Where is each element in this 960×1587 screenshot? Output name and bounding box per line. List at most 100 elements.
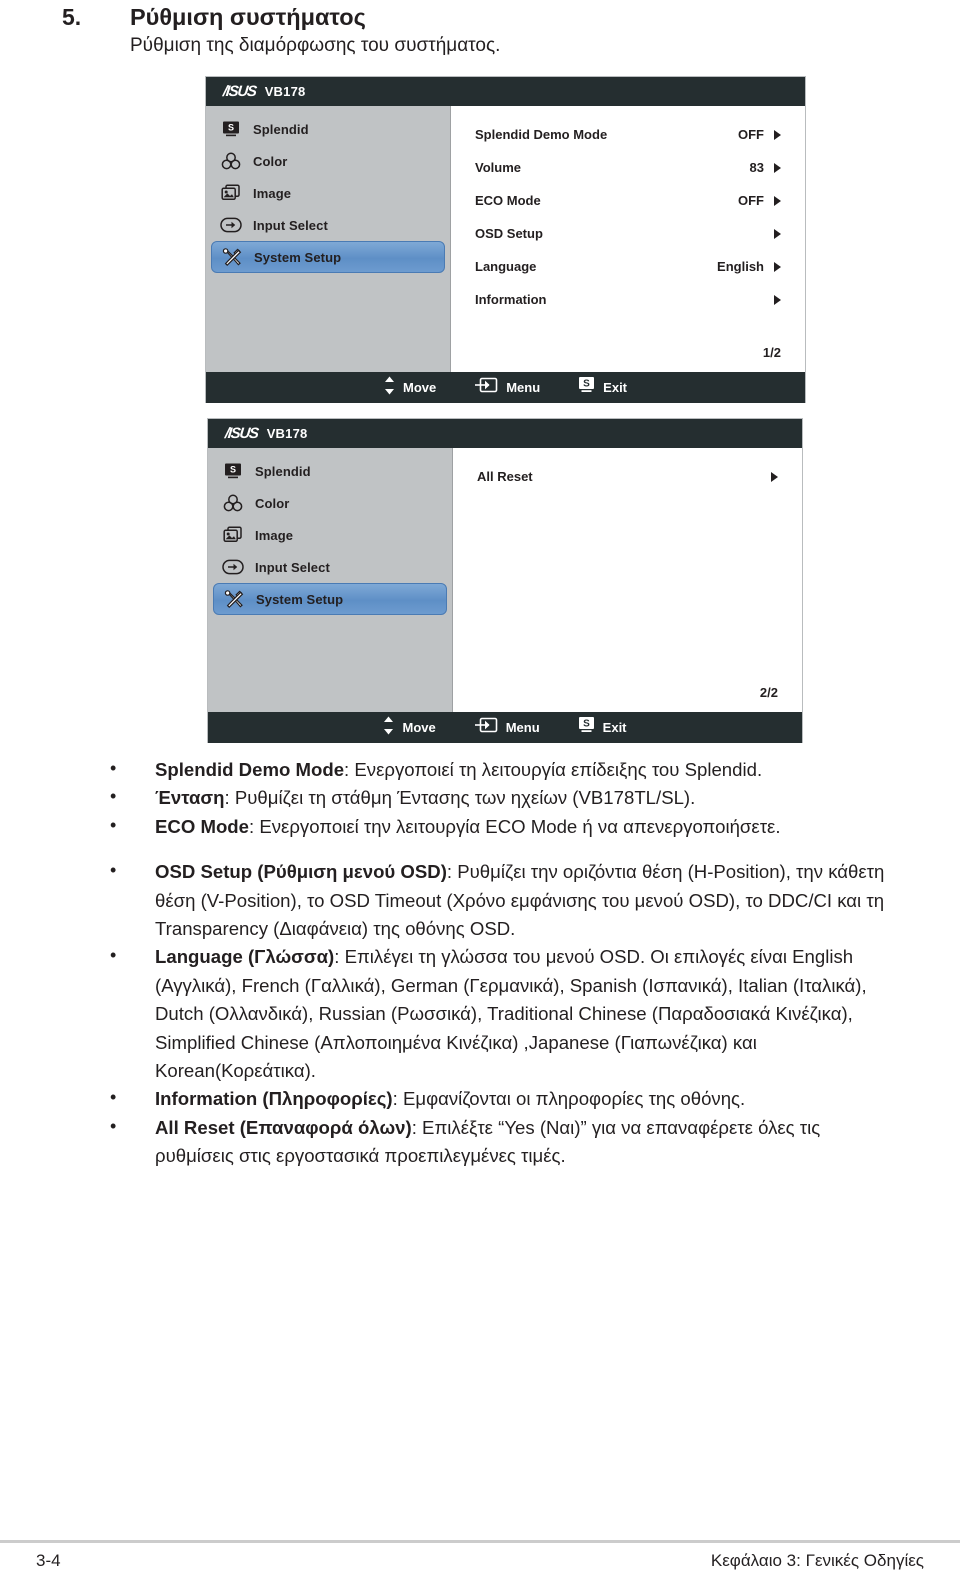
system-setup-icon [223,589,245,609]
section-number: 5. [62,4,82,30]
input-select-icon [220,215,242,235]
sidebar-item-splendid[interactable]: S Splendid [211,113,445,145]
chevron-right-icon [774,129,781,140]
osd-body: S Splendid Color Image Input Select Syst… [208,448,802,712]
footer-action-label: Exit [602,720,627,735]
footer-action-exit[interactable]: S Exit [578,716,627,739]
sidebar-item-splendid[interactable]: S Splendid [213,455,447,487]
option-row-osd-setup[interactable]: OSD Setup [451,217,805,250]
splendid-s-icon: S [578,376,595,399]
option-row-eco-mode[interactable]: ECO Mode OFF [451,184,805,217]
list-item: Language (Γλώσσα): Επιλέγει τη γλώσσα το… [104,941,904,1085]
list-item: ECO Mode: Ενεργοποιεί την λειτουργία ECO… [104,811,904,841]
option-label: Language [475,259,537,274]
footer-action-label: Menu [506,380,541,395]
updown-arrows-icon [383,716,394,740]
image-icon [222,525,244,545]
footer-action-label: Move [402,720,436,735]
list-item: Information (Πληροφορίες): Εμφανίζονται … [104,1083,904,1113]
osd-sidebar: S Splendid Color Image Input Select Syst… [206,106,451,372]
image-icon [220,183,242,203]
section-subtitle: Ρύθμιση της διαμόρφωσης του συστήματος. [130,35,501,56]
sidebar-item-system-setup[interactable]: System Setup [213,583,447,615]
osd-options-pane: All Reset 2/2 [453,448,802,712]
footer-divider [0,1540,960,1543]
option-value: OFF [738,193,764,208]
sidebar-label: Image [255,527,294,543]
splendid-icon: S [220,119,242,139]
sidebar-item-image[interactable]: Image [211,177,445,209]
svg-text:S: S [228,123,234,133]
sidebar-item-image[interactable]: Image [213,519,447,551]
svg-text:S: S [583,719,590,730]
sidebar-label: Color [255,495,290,511]
document-page: 5. Ρύθμιση συστήματος Ρύθμιση της διαμόρ… [0,0,960,1587]
osd-options-pane: Splendid Demo Mode OFF Volume 83 ECO Mod… [451,106,805,372]
splendid-icon: S [222,461,244,481]
footer-page-number: 3-4 [36,1551,61,1570]
sidebar-item-color[interactable]: Color [211,145,445,177]
list-item-text: : Ρυθμίζει τη στάθμη Έντασης των ηχείων … [224,787,696,809]
sidebar-label: System Setup [256,591,344,607]
sidebar-item-input-select[interactable]: Input Select [213,551,447,583]
osd-body: S Splendid Color Image Input Select Syst… [206,106,805,372]
footer-action-label: Move [402,380,437,395]
option-row-all-reset[interactable]: All Reset [453,460,802,493]
footer-action-label: Exit [603,380,628,395]
sidebar-item-input-select[interactable]: Input Select [211,209,445,241]
svg-text:S: S [230,465,236,475]
list-item-text: : Ενεργοποιεί την λειτουργία ECO Mode ή … [249,815,781,837]
system-setup-icon [221,247,243,267]
asus-logo-icon: /ISUS [222,83,257,100]
list-item-text: : Ενεργοποιεί τη λειτουργία επίδειξης το… [344,759,763,780]
footer-action-move[interactable]: Move [384,376,436,400]
color-icon [222,493,244,513]
list-item-term: Ένταση [155,787,225,809]
sidebar-label: Splendid [255,463,311,479]
list-item-term: Information (Πληροφορίες) [155,1088,393,1110]
osd-sidebar: S Splendid Color Image Input Select Syst… [208,448,453,712]
osd-menu-page-2: /ISUS VB178 S Splendid Color Image Input… [207,418,803,743]
sidebar-label: Input Select [253,217,328,233]
section-title: Ρύθμιση συστήματος [130,4,366,30]
page-indicator: 2/2 [759,685,778,700]
osd-model-label: VB178 [264,84,306,99]
updown-arrows-icon [384,376,395,400]
list-item-term: Language (Γλώσσα) [155,946,335,968]
option-label: OSD Setup [475,226,543,241]
option-value: OFF [738,127,764,142]
chevron-right-icon [771,471,778,482]
option-value: 83 [749,160,764,175]
option-label: ECO Mode [475,193,541,208]
osd-menu-page-1: /ISUS VB178 S Splendid Color Image Input… [205,76,806,403]
chevron-right-icon [774,162,781,173]
sidebar-label: Input Select [255,559,330,575]
footer-action-exit[interactable]: S Exit [578,376,627,399]
option-row-language[interactable]: Language English [451,250,805,283]
list-item-term: OSD Setup (Ρύθμιση μενού OSD) [155,861,447,883]
asus-logo-icon: /ISUS [224,425,259,442]
sidebar-item-color[interactable]: Color [213,487,447,519]
osd-footer-bar: Move Menu S Exit [206,372,805,403]
chevron-right-icon [774,261,781,272]
chevron-right-icon [774,195,781,206]
sidebar-label: Color [253,153,288,169]
chevron-right-icon [774,294,781,305]
chevron-right-icon [774,228,781,239]
option-row-splendid-demo-mode[interactable]: Splendid Demo Mode OFF [451,118,805,151]
option-row-volume[interactable]: Volume 83 [451,151,805,184]
list-item: All Reset (Επαναφορά όλων): Επιλέξτε “Ye… [104,1112,904,1171]
footer-action-menu[interactable]: Menu [474,376,540,399]
color-icon [220,151,242,171]
footer-action-move[interactable]: Move [383,716,436,740]
page-indicator: 1/2 [762,345,781,360]
option-row-information[interactable]: Information [451,283,805,316]
osd-title-bar: /ISUS VB178 [206,77,805,106]
list-item: Ένταση: Ρυθμίζει τη στάθμη Έντασης των η… [104,782,904,812]
footer-chapter-label: Κεφάλαιο 3: Γενικές Οδηγίες [710,1551,924,1570]
footer-action-menu[interactable]: Menu [474,716,540,739]
sidebar-item-system-setup[interactable]: System Setup [211,241,445,273]
list-item: Splendid Demo Mode: Ενεργοποιεί τη λειτο… [104,754,904,784]
option-label: Splendid Demo Mode [475,127,608,142]
list-item-term: ECO Mode [155,815,250,837]
